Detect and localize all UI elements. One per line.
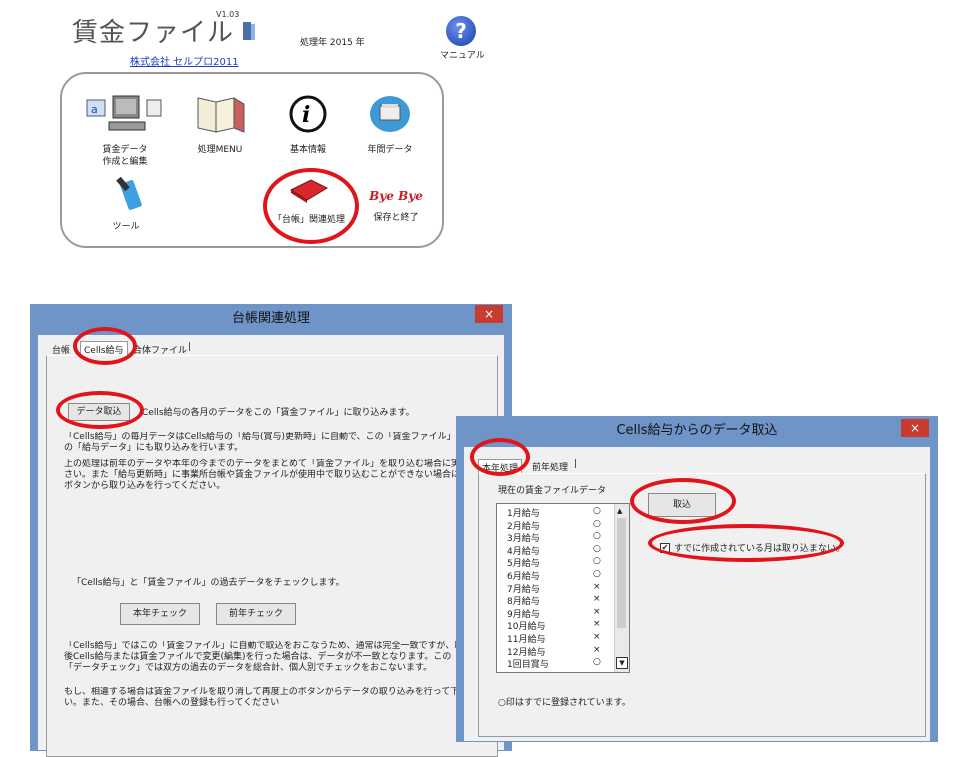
text-line: さい。また「給与更新時」に事業所台帳や賃金ファイルが使用中で取り込むことができな…: [64, 470, 484, 480]
list-item-status: ×: [593, 619, 601, 630]
tile-wage-data[interactable]: a 賃金データ 作成と編集: [75, 94, 175, 168]
text-line: 上の処理は前年のデータや本年の今までのデータをまとめて「賃金ファイル」を取り込む…: [64, 459, 484, 469]
check-description: 「Cells給与」と「賃金ファイル」の過去データをチェックします。: [72, 578, 345, 588]
list-item-status: ○: [593, 518, 601, 529]
tile-label: 基本情報: [289, 145, 326, 155]
cells-import-dialog: Cells給与からのデータ取込 × 本年処理 前年処理 | 現在の賃金ファイルデ…: [456, 416, 938, 742]
help-icon[interactable]: ?: [446, 16, 476, 46]
svg-text:a: a: [91, 103, 98, 116]
close-icon[interactable]: ×: [475, 305, 503, 323]
list-item-month[interactable]: 7月給与: [507, 582, 540, 595]
svg-text:i: i: [302, 102, 310, 128]
tile-basic-info[interactable]: i 基本情報: [268, 94, 348, 156]
import-description: Cells給与の各月のデータをこの「賃金ファイル」に取り込みます。: [142, 408, 415, 418]
list-item-month[interactable]: 5月給与: [507, 556, 540, 569]
tile-process-menu[interactable]: 処理MENU: [180, 94, 260, 156]
tile-label: 作成と編集: [102, 157, 148, 167]
list-item-month[interactable]: 1月給与: [507, 506, 540, 519]
list-item-status: ×: [593, 606, 601, 617]
list-item-month[interactable]: 10月給与: [507, 619, 545, 632]
scroll-up-icon[interactable]: ▲: [617, 507, 622, 515]
list-item-month[interactable]: 3月給与: [507, 531, 540, 544]
list-item-month[interactable]: 9月給与: [507, 607, 540, 620]
app-title: 賃金ファイル: [72, 18, 235, 48]
list-item-status: ○: [593, 543, 601, 554]
tile-label: 保存と終了: [373, 213, 419, 223]
version-label: V1.03: [216, 10, 240, 19]
process-year: 処理年 2015 年: [300, 38, 365, 48]
dialog-title: Cells給与からのデータ取込: [616, 423, 778, 438]
text-line: の「給与データ」にも取り込みを行います。: [64, 443, 244, 453]
list-item-status: ○: [593, 556, 601, 567]
list-item-month[interactable]: 2月給与: [507, 519, 540, 532]
tool-icon: [86, 175, 166, 215]
paragraph-1: 「Cells給与」の毎月データはCells給与の「給与(賞与)更新時」に自動で、…: [64, 432, 484, 454]
company-link[interactable]: 株式会社 セルプロ2011: [130, 53, 239, 68]
bye-bye-logo: Bye Bye: [369, 189, 423, 203]
highlight-ring: [470, 438, 530, 476]
info-icon: i: [268, 94, 348, 138]
prev-year-check-button[interactable]: 前年チェック: [216, 603, 296, 625]
tile-label: 賃金データ: [102, 145, 148, 155]
text-line: 後Cells給与または賃金ファイルで変更(編集)を行った場合は、データが不一致と…: [64, 652, 452, 662]
list-item-month[interactable]: 4月給与: [507, 544, 540, 557]
scroll-thumb[interactable]: [617, 518, 626, 628]
list-item-status: ×: [593, 581, 601, 592]
list-item-status: ×: [593, 632, 601, 642]
tile-tools[interactable]: ツール: [86, 175, 166, 233]
list-item-status: ○: [593, 569, 601, 579]
footnote: ○印はすでに登録されています。: [498, 698, 631, 708]
list-item-month[interactable]: 8月給与: [507, 594, 540, 607]
list-item-month[interactable]: 11月給与: [507, 632, 545, 645]
tile-annual-data[interactable]: 年間データ: [350, 94, 430, 156]
ledger-dialog: 台帳関連処理 × 台帳 Cells給与 合体ファイル | データ取込 Cells…: [30, 304, 512, 757]
paragraph-4: もし、相違する場合は賃金ファイルを取り消して再度上のボタンからデータの取り込みを…: [64, 687, 484, 709]
highlight-ring: [648, 524, 844, 562]
books-icon: [180, 94, 260, 138]
tile-label: ツール: [112, 222, 140, 232]
manual-label[interactable]: マニュアル: [440, 48, 485, 61]
list-caption: 現在の賃金ファイルデータ: [498, 486, 607, 496]
list-item-status: ○: [593, 506, 601, 516]
month-listbox[interactable]: 1月給与 ○ 2月給与 ○ 3月給与 ○ 4月給与 ○ 5月給与 ○ 6月給与 ○ 7月給与 × 8月給与 ×…: [496, 503, 630, 673]
list-item-status: ○: [593, 531, 601, 542]
paragraph-3: 「Cells給与」ではこの「賃金ファイル」に自動で取込をおこなうため、通常は完全…: [64, 641, 484, 674]
scroll-down-icon[interactable]: ▼: [616, 657, 628, 669]
tile-label: 年間データ: [367, 145, 413, 155]
file-cabinet-icon: [350, 94, 430, 138]
text-line: 「Cells給与」ではこの「賃金ファイル」に自動で取込をおこなうため、通常は完全…: [64, 641, 473, 651]
highlight-ring: [630, 478, 736, 524]
scrollbar[interactable]: ▲ ▼: [614, 504, 629, 672]
text-line: 「データチェック」では双方の過去のデータを総合計、個人別でチェックをおこないます…: [64, 663, 433, 673]
tab-separator: |: [188, 342, 192, 352]
list-item-month[interactable]: 6月給与: [507, 569, 540, 582]
tab-separator: |: [574, 459, 578, 469]
tile-label: 処理MENU: [197, 145, 243, 155]
book-icon: [242, 20, 256, 42]
highlight-ring: [263, 168, 359, 244]
computer-icon: a: [75, 94, 175, 138]
text-line: もし、相違する場合は賃金ファイルを取り消して再度上のボタンからデータの取り込みを…: [64, 687, 469, 697]
list-item-month[interactable]: 1回目賞与: [507, 657, 549, 670]
paragraph-2: 上の処理は前年のデータや本年の今までのデータをまとめて「賃金ファイル」を取り込む…: [64, 459, 484, 492]
highlight-ring: [56, 391, 144, 429]
this-year-check-button[interactable]: 本年チェック: [120, 603, 200, 625]
close-icon[interactable]: ×: [901, 419, 929, 437]
list-item-status: ○: [593, 657, 601, 668]
tile-save-exit[interactable]: Bye Bye 保存と終了: [358, 190, 434, 224]
list-item-status: ×: [593, 594, 601, 605]
text-line: 「Cells給与」の毎月データはCells給与の「給与(賞与)更新時」に自動で、…: [64, 432, 484, 442]
tab-prev-year[interactable]: 前年処理: [532, 460, 568, 473]
text-line: ボタンから取り込みを行ってください。: [64, 481, 226, 491]
list-item-month[interactable]: 12月給与: [507, 645, 545, 658]
highlight-ring: [73, 327, 137, 365]
text-line: い。また、その場合、台帳への登録も行ってください: [64, 698, 280, 708]
list-item-status: ×: [593, 644, 601, 655]
